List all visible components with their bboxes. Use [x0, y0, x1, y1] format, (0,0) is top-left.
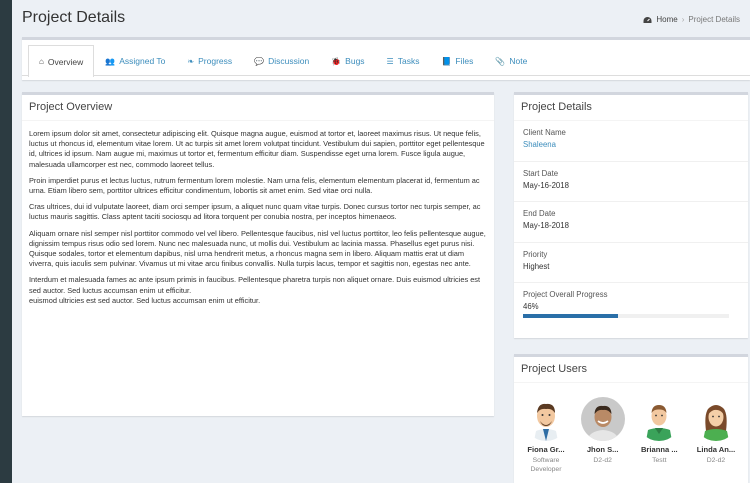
overview-paragraph: Interdum et malesuada fames ac ante ipsu… [29, 275, 481, 305]
user-role: Testt [652, 457, 667, 464]
tab-label: Assigned To [119, 56, 166, 66]
detail-value: Highest [523, 261, 550, 271]
progress-bar-fill [523, 314, 618, 318]
tab-label: Discussion [268, 56, 310, 66]
tab-label: Bugs [345, 56, 365, 66]
bug-icon: 🐞 [331, 56, 342, 66]
leaf-icon: ❧ [187, 56, 195, 66]
comments-icon: 💬 [254, 56, 265, 66]
priority-item: Priority Highest [514, 243, 748, 283]
book-icon: 📘 [441, 56, 452, 66]
tab-bugs[interactable]: 🐞 Bugs [320, 45, 375, 76]
tab-note[interactable]: 📎 Note [484, 45, 538, 76]
project-overview-box: Project Overview Lorem ipsum dolor sit a… [22, 92, 494, 416]
breadcrumb: Home › Project Details [643, 15, 740, 24]
user-card[interactable]: Fiona Gr... Software Developer [518, 397, 574, 474]
user-name: Brianna ... [640, 445, 678, 454]
tab-bar: ⌂ Overview 👥 Assigned To ❧ Progress 💬 Di… [22, 40, 750, 77]
woman-avatar-icon [693, 397, 738, 441]
man-avatar-icon [637, 397, 682, 441]
user-role: D2-d2 [706, 457, 726, 464]
box-title: Project Overview [22, 95, 494, 121]
photo-avatar-icon [580, 397, 625, 441]
tab-label: Tasks [397, 56, 420, 66]
progress-value: 46% [523, 302, 539, 311]
tab-label: Note [509, 56, 528, 66]
overview-paragraph: Aliquam ornare nisl semper nisl porttito… [29, 228, 486, 269]
detail-label: Priority [523, 249, 548, 259]
tab-progress[interactable]: ❧ Progress [176, 45, 243, 76]
detail-value: May-16-2018 [523, 180, 569, 190]
user-card[interactable]: Linda An... D2-d2 [688, 397, 744, 474]
user-card[interactable]: Brianna ... Testt [631, 397, 687, 474]
man-avatar-icon [524, 397, 568, 441]
users-icon: 👥 [105, 56, 116, 66]
sidebar-strip [0, 0, 12, 483]
page-title: Project Details [22, 9, 126, 26]
overview-paragraph: Proin imperdiet purus et lectus luctus, … [29, 175, 480, 196]
overview-paragraph: Cras ultrices, dui id vulputate laoreet,… [29, 202, 481, 222]
user-card[interactable]: Jhon S... D2-d2 [575, 397, 631, 474]
user-role: Software Developer [530, 457, 562, 473]
tab-overview[interactable]: ⌂ Overview [28, 45, 95, 77]
project-details-box: Project Details Client Name Shaleena Sta… [514, 92, 748, 338]
tab-label: Overview [47, 56, 84, 67]
start-date-item: Start Date May-16-2018 [514, 162, 748, 202]
detail-label: Client Name [523, 128, 566, 137]
user-name: Fiona Gr... [527, 445, 565, 454]
overview-paragraph: Lorem ipsum dolor sit amet, consectetur … [29, 129, 485, 169]
client-name-link[interactable]: Shaleena [523, 140, 739, 149]
tab-assigned-to[interactable]: 👥 Assigned To [94, 45, 176, 76]
tab-discussion[interactable]: 💬 Discussion [243, 45, 320, 76]
client-name-item: Client Name Shaleena [514, 121, 748, 162]
content-area: Project Details Home › Project Details ⌂… [12, 0, 750, 483]
box-title: Project Details [514, 95, 748, 121]
users-list: Fiona Gr... Software Developer Jhon S...… [514, 383, 748, 474]
end-date-item: End Date May-18-2018 [514, 202, 748, 243]
progress-item: Project Overall Progress 46% [514, 283, 748, 324]
user-name: Jhon S... [586, 445, 619, 454]
project-users-box: Project Users Fiona Gr... Software Devel… [514, 354, 748, 483]
tab-tasks[interactable]: ☰ Tasks [376, 45, 431, 76]
tab-files[interactable]: 📘 Files [430, 45, 484, 76]
progress-bar [523, 314, 729, 318]
overview-body: Lorem ipsum dolor sit amet, consectetur … [22, 121, 494, 320]
tab-label: Progress [198, 56, 233, 66]
tabs-box: ⌂ Overview 👥 Assigned To ❧ Progress 💬 Di… [22, 37, 750, 80]
tasks-icon: ☰ [386, 56, 394, 66]
paperclip-icon: 📎 [495, 56, 506, 66]
breadcrumb-separator: › [681, 15, 685, 24]
detail-label: Start Date [523, 168, 559, 178]
breadcrumb-current: Project Details [688, 15, 740, 24]
detail-value: May-18-2018 [523, 221, 569, 230]
user-role: D2-d2 [593, 457, 612, 464]
detail-label: Project Overall Progress [523, 290, 608, 299]
detail-label: End Date [523, 209, 556, 218]
user-name: Linda An... [696, 445, 736, 454]
tab-label: Files [455, 56, 474, 66]
home-icon: ⌂ [39, 57, 44, 66]
dashboard-icon [643, 16, 652, 23]
breadcrumb-home-link[interactable]: Home [656, 15, 677, 24]
box-title: Project Users [514, 357, 748, 383]
